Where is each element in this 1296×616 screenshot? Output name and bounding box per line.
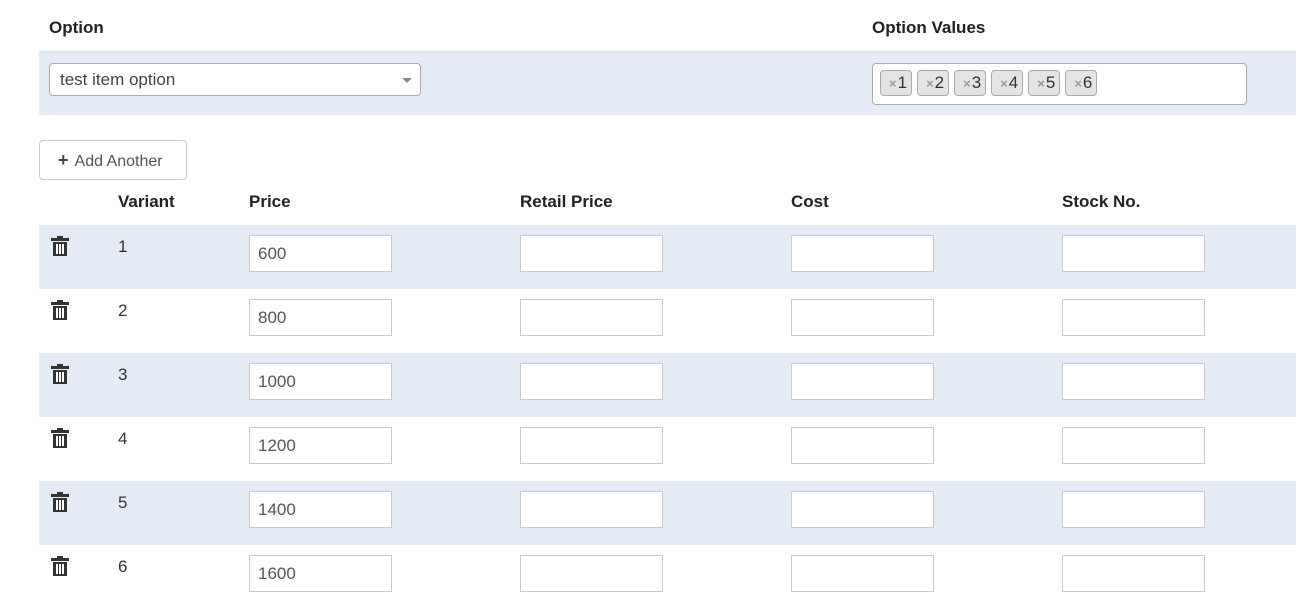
cost-input[interactable] — [791, 235, 934, 272]
trash-icon[interactable] — [51, 556, 69, 576]
close-icon[interactable]: × — [1000, 76, 1008, 91]
price-input[interactable]: 800 — [249, 299, 392, 336]
trash-icon[interactable] — [51, 300, 69, 320]
option-value-chip: ×3 — [954, 70, 987, 96]
table-row: 3 1000 — [39, 353, 1296, 417]
column-header-stock-no: Stock No. — [1062, 192, 1141, 211]
option-value-chip: ×6 — [1065, 70, 1098, 96]
table-row: 4 1200 — [39, 417, 1296, 481]
stock-no-input[interactable] — [1062, 555, 1205, 592]
option-value-chip: ×1 — [880, 70, 913, 96]
trash-icon[interactable] — [51, 428, 69, 448]
column-header-variant: Variant — [118, 192, 175, 211]
option-row: test item option ×1 ×2 ×3 ×4 ×5 ×6 — [39, 51, 1296, 115]
retail-price-input[interactable] — [520, 299, 663, 336]
trash-icon[interactable] — [51, 236, 69, 256]
price-input[interactable]: 1000 — [249, 363, 392, 400]
cost-input[interactable] — [791, 427, 934, 464]
table-row: 5 1400 — [39, 481, 1296, 545]
cost-input[interactable] — [791, 299, 934, 336]
close-icon[interactable]: × — [963, 76, 971, 91]
variant-number: 3 — [118, 365, 128, 384]
option-value-chip: ×2 — [917, 70, 950, 96]
option-value-label: 6 — [1082, 73, 1093, 92]
option-values-input[interactable]: ×1 ×2 ×3 ×4 ×5 ×6 — [872, 63, 1247, 105]
close-icon[interactable]: × — [1074, 76, 1082, 91]
option-value-label: 1 — [897, 73, 908, 92]
add-another-button[interactable]: + Add Another — [39, 140, 187, 180]
add-another-label: Add Another — [74, 153, 163, 170]
variant-number: 1 — [118, 237, 128, 256]
cost-input[interactable] — [791, 491, 934, 528]
option-select[interactable]: test item option — [49, 63, 421, 96]
close-icon[interactable]: × — [926, 76, 934, 91]
option-select-value: test item option — [60, 70, 176, 89]
stock-no-input[interactable] — [1062, 299, 1205, 336]
chevron-down-icon[interactable] — [402, 78, 412, 83]
stock-no-input[interactable] — [1062, 235, 1205, 272]
option-values-header: Option Values — [872, 18, 986, 37]
option-value-label: 2 — [934, 73, 945, 92]
option-value-chip: ×4 — [991, 70, 1024, 96]
variant-number: 6 — [118, 557, 128, 576]
variant-number: 5 — [118, 493, 128, 512]
column-header-price: Price — [249, 192, 291, 211]
column-header-cost: Cost — [791, 192, 829, 211]
option-value-label: 3 — [971, 73, 982, 92]
price-input[interactable]: 1600 — [249, 555, 392, 592]
cost-input[interactable] — [791, 363, 934, 400]
price-input[interactable]: 1400 — [249, 491, 392, 528]
plus-icon: + — [58, 150, 69, 170]
price-input[interactable]: 600 — [249, 235, 392, 272]
column-header-retail-price: Retail Price — [520, 192, 613, 211]
table-row: 6 1600 — [39, 545, 1296, 609]
stock-no-input[interactable] — [1062, 363, 1205, 400]
trash-icon[interactable] — [51, 364, 69, 384]
table-row: 1 600 — [39, 225, 1296, 289]
option-header: Option — [49, 18, 104, 37]
option-value-label: 5 — [1045, 73, 1056, 92]
retail-price-input[interactable] — [520, 491, 663, 528]
close-icon[interactable]: × — [889, 76, 897, 91]
stock-no-input[interactable] — [1062, 427, 1205, 464]
variant-editor: Option Option Values test item option ×1… — [0, 0, 1296, 616]
stock-no-input[interactable] — [1062, 491, 1205, 528]
variant-number: 2 — [118, 301, 128, 320]
table-row: 2 800 — [39, 289, 1296, 353]
trash-icon[interactable] — [51, 492, 69, 512]
option-value-chip: ×5 — [1028, 70, 1061, 96]
retail-price-input[interactable] — [520, 363, 663, 400]
retail-price-input[interactable] — [520, 555, 663, 592]
cost-input[interactable] — [791, 555, 934, 592]
close-icon[interactable]: × — [1037, 76, 1045, 91]
variant-number: 4 — [118, 429, 128, 448]
retail-price-input[interactable] — [520, 235, 663, 272]
price-input[interactable]: 1200 — [249, 427, 392, 464]
retail-price-input[interactable] — [520, 427, 663, 464]
option-value-label: 4 — [1008, 73, 1019, 92]
